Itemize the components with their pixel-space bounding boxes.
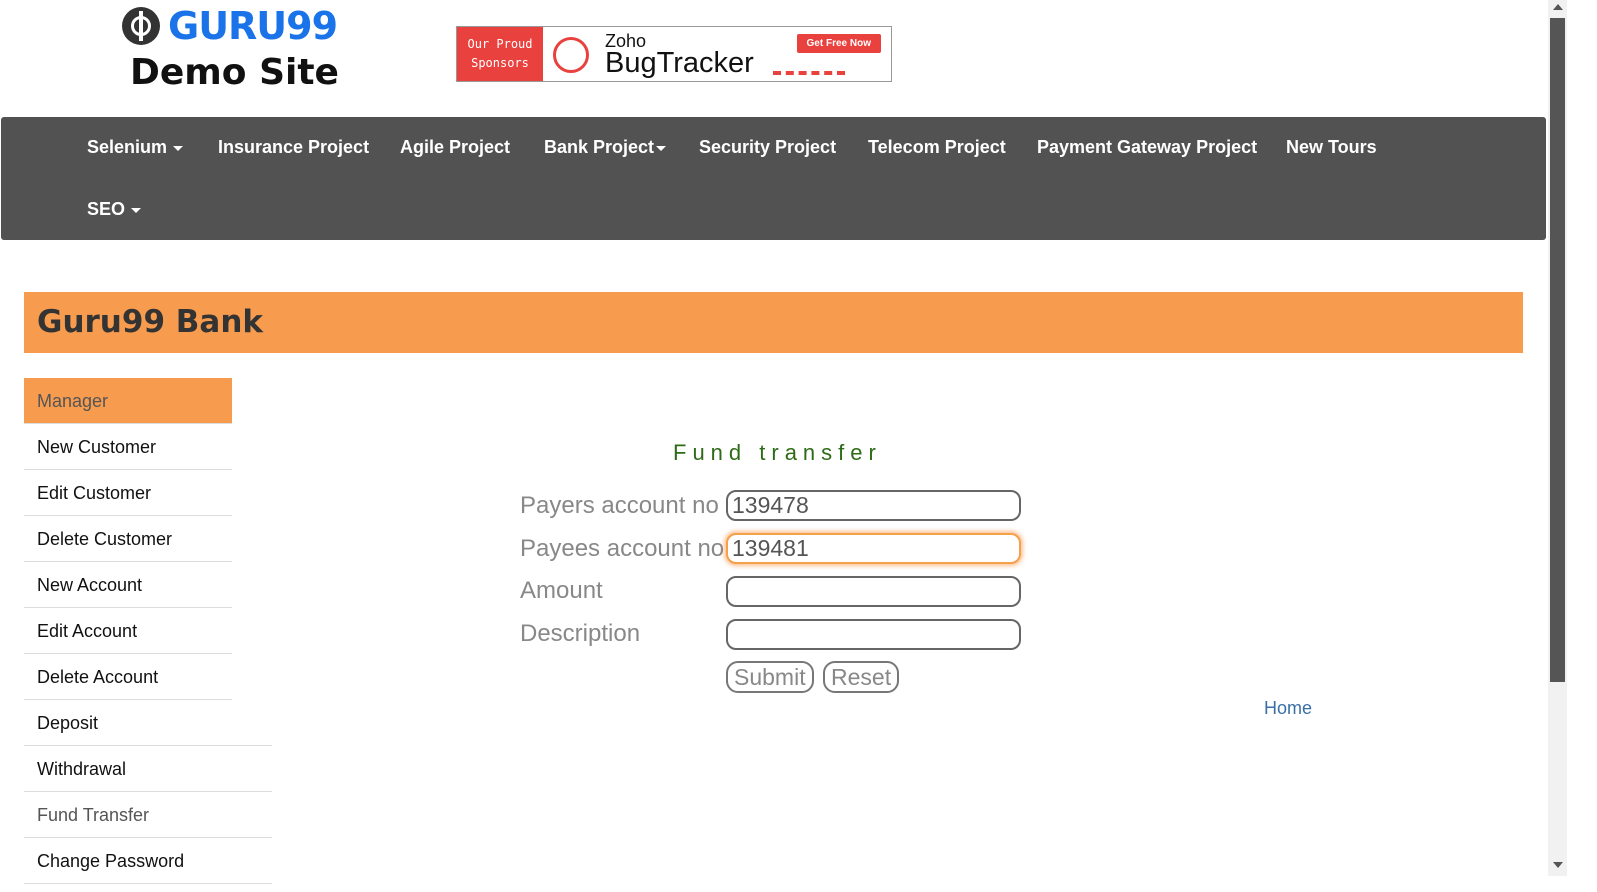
caret-down-icon [131, 207, 142, 213]
sidebar-item-edit-customer[interactable]: Edit Customer [24, 470, 232, 516]
sidebar-item-withdrawal[interactable]: Withdrawal [24, 746, 272, 792]
scroll-down-arrow-icon[interactable] [1553, 862, 1563, 868]
get-free-now-button[interactable]: Get Free Now [796, 34, 881, 53]
nav-item-insurance-project[interactable]: Insurance Project [218, 137, 369, 158]
sponsor-label-line1: Our Proud [467, 37, 533, 51]
sidebar-item-manager[interactable]: Manager [24, 378, 232, 424]
payers-account-input[interactable] [726, 490, 1021, 521]
bank-header: Guru99 Bank [24, 292, 1523, 353]
sidebar-item-delete-account[interactable]: Delete Account [24, 654, 232, 700]
payers-account-label: Payers account no [520, 492, 719, 519]
scrollbar-thumb[interactable] [1550, 18, 1565, 682]
description-input[interactable] [726, 619, 1021, 650]
bug-icon [553, 37, 589, 73]
form-title: Fund transfer [673, 440, 882, 465]
nav-item-new-tours[interactable]: New Tours [1286, 137, 1377, 158]
nav-item-payment-gateway-project[interactable]: Payment Gateway Project [1037, 137, 1257, 158]
nav-item-security-project[interactable]: Security Project [699, 137, 836, 158]
nav-item-seo[interactable]: SEO [87, 199, 142, 220]
sponsor-brand-main: BugTracker [605, 47, 754, 79]
nav-item-agile-project[interactable]: Agile Project [400, 137, 510, 158]
sidebar-menu: Manager New Customer Edit Customer Delet… [24, 378, 272, 884]
site-logo[interactable]: GURU99 Demo Site [122, 4, 362, 93]
payees-account-label: Payees account no [520, 535, 725, 562]
sponsor-label: Our Proud Sponsors [457, 27, 543, 81]
logo-subtitle: Demo Site [130, 52, 339, 93]
reset-button[interactable]: Reset [823, 661, 900, 693]
submit-button[interactable]: Submit [726, 661, 814, 693]
nav-item-selenium[interactable]: Selenium [87, 137, 184, 158]
sidebar-item-edit-account[interactable]: Edit Account [24, 608, 232, 654]
sidebar-item-fund-transfer[interactable]: Fund Transfer [24, 792, 272, 838]
description-label: Description [520, 620, 641, 647]
scroll-up-arrow-icon[interactable] [1553, 4, 1563, 10]
sponsor-banner[interactable]: Our Proud Sponsors Zoho BugTracker Get F… [456, 26, 892, 82]
home-link[interactable]: Home [1264, 698, 1312, 719]
caret-down-icon [656, 145, 667, 151]
nav-item-bank-project[interactable]: Bank Project [544, 137, 667, 158]
sidebar-item-new-account[interactable]: New Account [24, 562, 232, 608]
caret-down-icon [173, 145, 184, 151]
sponsor-label-line2: Sponsors [471, 56, 529, 70]
payees-account-input[interactable] [726, 533, 1021, 564]
guru99-logo-icon [122, 7, 160, 45]
amount-label: Amount [520, 577, 603, 604]
main-nav: Selenium Insurance Project Agile Project… [1, 117, 1546, 240]
sidebar-item-deposit[interactable]: Deposit [24, 700, 272, 746]
sidebar-item-change-password[interactable]: Change Password [24, 838, 272, 884]
logo-text: GURU99 [168, 4, 338, 48]
sidebar-item-delete-customer[interactable]: Delete Customer [24, 516, 232, 562]
page-title: Guru99 Bank [37, 304, 264, 340]
nav-item-telecom-project[interactable]: Telecom Project [868, 137, 1006, 158]
sidebar-item-new-customer[interactable]: New Customer [24, 424, 232, 470]
arrow-icon [773, 71, 845, 75]
amount-input[interactable] [726, 576, 1021, 607]
